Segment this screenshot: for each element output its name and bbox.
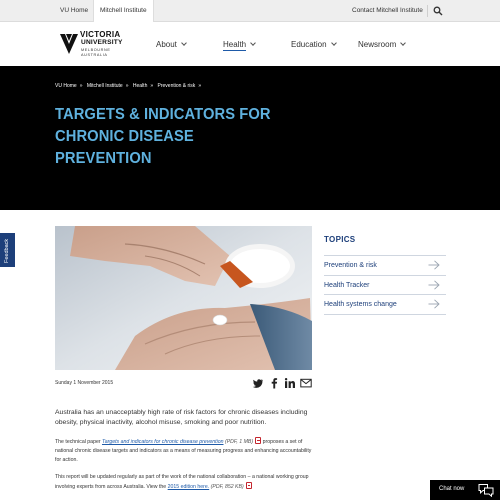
twitter-icon[interactable]: [252, 377, 264, 389]
breadcrumb-item-prevention[interactable]: Prevention & risk: [158, 83, 196, 89]
utility-bar: VU Home Mitchell Institute Contact Mitch…: [0, 0, 500, 22]
page-title-line-2: CHRONIC DISEASE PREVENTION: [55, 128, 194, 167]
breadcrumb-separator: »: [198, 83, 202, 89]
logo-text-victoria: VICTORIA: [80, 30, 121, 39]
nav-about[interactable]: About: [156, 37, 187, 53]
chat-now-button[interactable]: Chat now: [430, 480, 500, 500]
breadcrumb-separator: »: [79, 83, 83, 89]
topic-prevention-risk[interactable]: Prevention & risk: [324, 255, 446, 275]
topics-heading: TOPICS: [324, 235, 356, 244]
main-header: VICTORIA UNIVERSITY MELBOURNE AUSTRALIA …: [0, 23, 500, 66]
breadcrumb-item-health[interactable]: Health: [133, 83, 147, 89]
edition-2015-file-meta: (PDF, 852 KB): [210, 483, 244, 490]
vu-logo-mark-icon: [60, 34, 78, 54]
article-paragraph-technical-paper: The technical paper Targets and indicato…: [55, 437, 313, 464]
chevron-down-icon: [250, 40, 256, 46]
article-paragraph-report: This report will be updated regularly as…: [55, 473, 313, 492]
hero-banner: VU Home» Mitchell Institute» Health» Pre…: [0, 66, 500, 210]
topic-label: Health systems change: [324, 301, 397, 308]
contact-link[interactable]: Contact Mitchell Institute: [352, 0, 423, 22]
topic-health-systems-change[interactable]: Health systems change: [324, 294, 446, 314]
breadcrumb-item-mitchell[interactable]: Mitchell Institute: [87, 83, 123, 89]
chevron-down-icon: [181, 40, 187, 46]
email-icon[interactable]: [300, 377, 312, 389]
chevron-down-icon: [330, 40, 337, 46]
feedback-tab[interactable]: Feedback: [0, 233, 15, 267]
article-image: [55, 226, 312, 370]
chat-bubbles-icon: [478, 484, 494, 497]
linkedin-icon[interactable]: [284, 377, 296, 389]
nav-health-label: Health: [223, 40, 247, 51]
logo-text-location: MELBOURNE AUSTRALIA: [81, 48, 111, 57]
breadcrumb-separator: »: [150, 83, 154, 89]
technical-paper-link[interactable]: Targets and indicators for chronic disea…: [102, 439, 224, 445]
nav-health[interactable]: Health: [223, 37, 256, 53]
nav-newsroom-label: Newsroom: [358, 40, 397, 49]
edition-2015-link[interactable]: 2015 edition here.: [168, 484, 210, 490]
article-date: Sunday 1 November 2015: [55, 380, 114, 386]
breadcrumb: VU Home» Mitchell Institute» Health» Pre…: [55, 83, 204, 89]
logo-text-university: UNIVERSITY: [81, 39, 123, 46]
breadcrumb-separator: »: [125, 83, 129, 89]
search-icon[interactable]: [433, 6, 443, 16]
topics-divider: [324, 314, 446, 315]
arrow-right-icon: [428, 260, 440, 270]
arrow-right-icon: [428, 280, 440, 290]
topic-label: Health Tracker: [324, 282, 370, 289]
topic-label: Prevention & risk: [324, 262, 377, 269]
facebook-icon[interactable]: [268, 377, 280, 389]
pdf-icon: [255, 437, 262, 444]
nav-education[interactable]: Education: [291, 37, 337, 53]
nav-newsroom[interactable]: Newsroom: [358, 37, 407, 53]
page-title-line-1: TARGETS & INDICATORS FOR: [55, 106, 271, 123]
vu-home-link[interactable]: VU Home: [60, 0, 88, 22]
feedback-label: Feedback: [4, 238, 10, 263]
mitchell-institute-link[interactable]: Mitchell Institute: [93, 0, 154, 22]
arrow-right-icon: [428, 299, 440, 309]
pdf-icon: [245, 481, 252, 489]
nav-education-label: Education: [291, 40, 327, 49]
chat-label: Chat now: [439, 486, 465, 492]
utility-divider: [427, 5, 428, 17]
page-title: TARGETS & INDICATORS FOR CHRONIC DISEASE…: [55, 104, 294, 170]
hands-with-pill-bottle-illustration: [55, 226, 312, 370]
nav-about-label: About: [156, 40, 177, 49]
vu-logo[interactable]: VICTORIA UNIVERSITY MELBOURNE AUSTRALIA: [60, 31, 124, 59]
para2-text-pre: The technical paper: [55, 439, 103, 445]
topic-health-tracker[interactable]: Health Tracker: [324, 275, 446, 295]
chevron-down-icon: [400, 40, 407, 46]
breadcrumb-item-vu-home[interactable]: VU Home: [55, 83, 77, 89]
article-intro: Australia has an unacceptably high rate …: [55, 409, 308, 426]
technical-paper-file-meta: (PDF, 1 MB): [224, 439, 254, 445]
